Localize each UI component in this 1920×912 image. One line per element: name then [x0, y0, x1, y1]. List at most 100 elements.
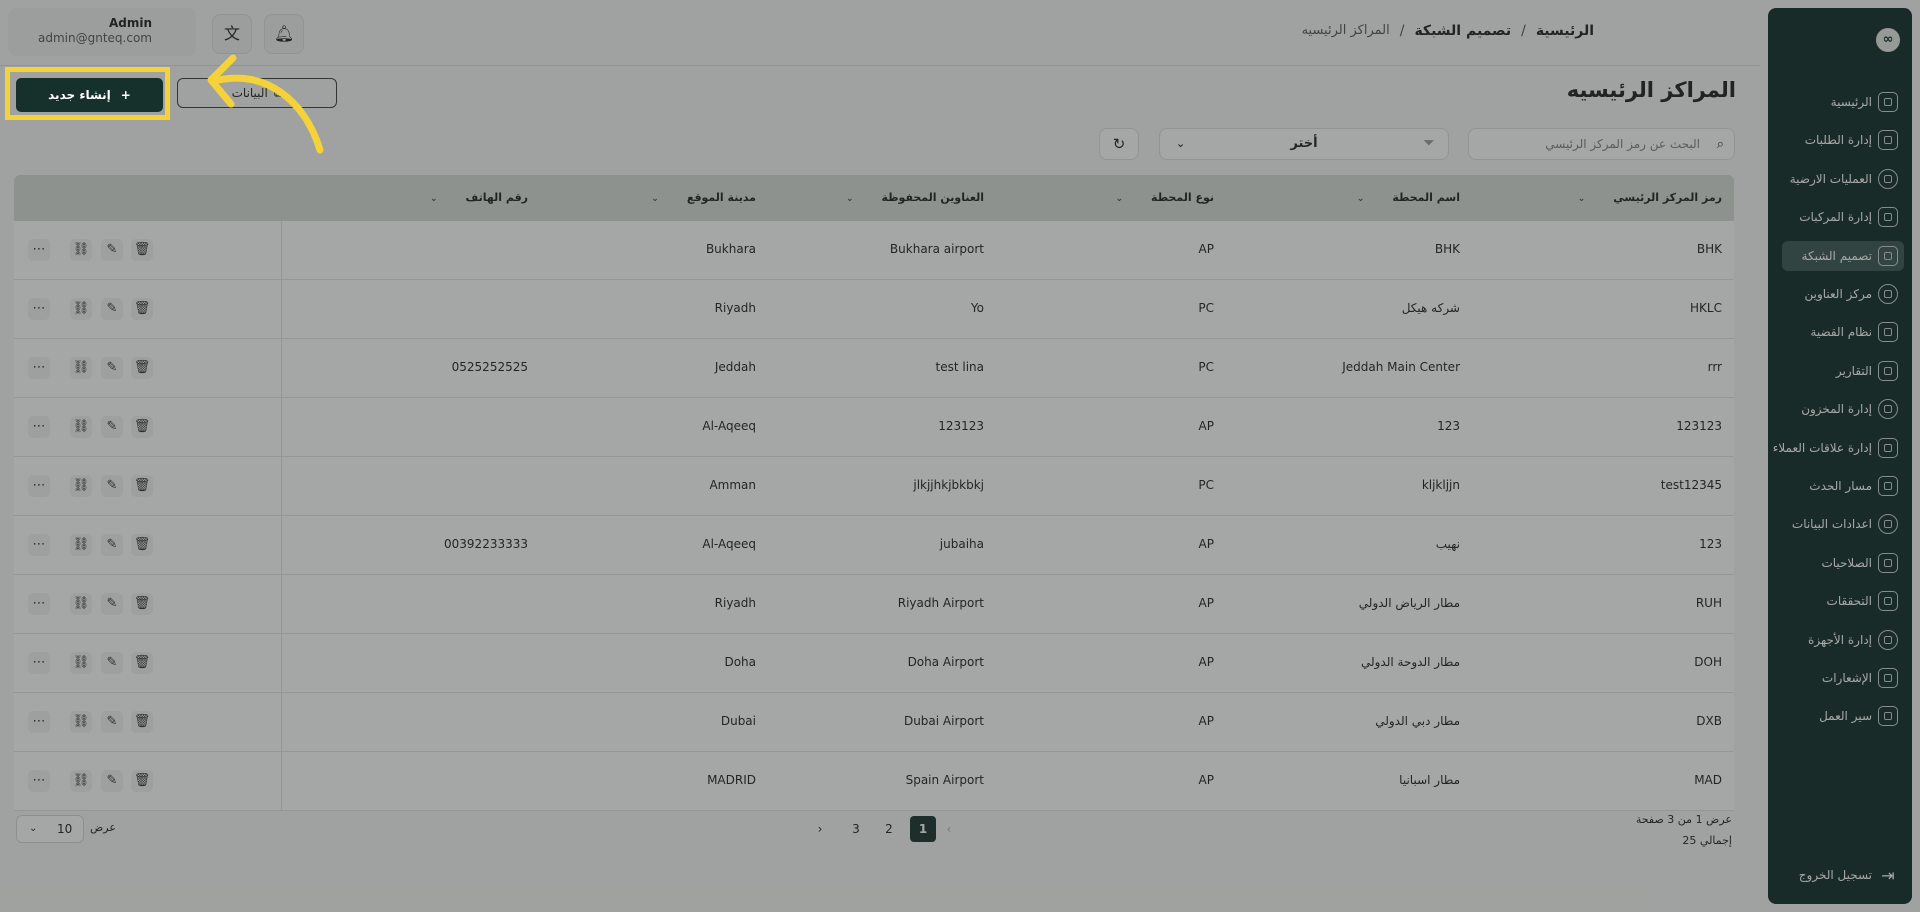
sidebar-item-3[interactable]: إدارة المركبات	[1782, 202, 1904, 232]
table-row[interactable]: DXB مطار دبي الدولي AP Dubai Airport Dubai 🗑︎…	[14, 693, 1734, 752]
delete-icon[interactable]: 🗑︎	[131, 357, 153, 379]
edit-icon[interactable]: ✎	[101, 593, 123, 615]
link-icon[interactable]: ⛓	[70, 711, 92, 733]
pagination-page-2[interactable]: 2	[876, 816, 902, 842]
devices-icon	[1878, 629, 1898, 650]
column-header-code[interactable]: رمز المركز الرئيسي⌄	[1578, 191, 1722, 204]
cell-name: شركه هيكل	[1401, 301, 1460, 315]
delete-icon[interactable]: 🗑︎	[131, 239, 153, 261]
pagination-prev[interactable]: ‹	[936, 816, 962, 842]
sidebar-item-11[interactable]: اعدادات البيانات	[1782, 509, 1904, 539]
column-header-station-type[interactable]: نوع المحطة⌄	[1115, 191, 1214, 204]
sidebar-item-13[interactable]: التحققات	[1782, 586, 1904, 616]
edit-icon[interactable]: ✎	[101, 239, 123, 261]
app-logo[interactable]: ∞	[1876, 28, 1900, 52]
pagination-page-1[interactable]: 1	[910, 816, 936, 842]
table-row[interactable]: rrr Jeddah Main Center PC test lina Jeddah 05…	[14, 339, 1734, 398]
link-icon[interactable]: ⛓	[70, 298, 92, 320]
more-icon[interactable]: ⋯	[28, 770, 50, 792]
link-icon[interactable]: ⛓	[70, 652, 92, 674]
inventory-icon	[1878, 399, 1898, 420]
edit-icon[interactable]: ✎	[101, 711, 123, 733]
delete-icon[interactable]: 🗑︎	[131, 416, 153, 438]
logout-button[interactable]: تسجيل الخروج ⇥	[1782, 860, 1904, 890]
link-icon[interactable]: ⛓	[70, 475, 92, 497]
delete-icon[interactable]: 🗑︎	[131, 770, 153, 792]
table-row[interactable]: RUH مطار الرياض الدولي AP Riyadh Airport Riy…	[14, 575, 1734, 634]
table-row[interactable]: DOH مطار الدوحة الدولي AP Doha Airport Doha 🗑…	[14, 634, 1734, 693]
more-icon[interactable]: ⋯	[28, 416, 50, 438]
sidebar-item-15[interactable]: الإشعارات	[1782, 663, 1904, 693]
delete-icon[interactable]: 🗑︎	[131, 652, 153, 674]
cell-phone: 0525252525	[451, 360, 528, 374]
delete-icon[interactable]: 🗑︎	[131, 593, 153, 615]
link-icon[interactable]: ⛓	[70, 239, 92, 261]
more-icon[interactable]: ⋯	[28, 357, 50, 379]
more-icon[interactable]: ⋯	[28, 475, 50, 497]
delete-icon[interactable]: 🗑︎	[131, 711, 153, 733]
search-input[interactable]: البحث عن رمز المركز الرئيسي ⌕	[1468, 128, 1735, 160]
refresh-button[interactable]: ↻	[1099, 128, 1139, 160]
more-icon[interactable]: ⋯	[28, 711, 50, 733]
create-new-button[interactable]: إنشاء جديد +	[16, 78, 163, 112]
sidebar-item-7[interactable]: التقارير	[1782, 356, 1904, 386]
sidebar-item-16[interactable]: سير العمل	[1782, 701, 1904, 731]
edit-icon[interactable]: ✎	[101, 475, 123, 497]
pagination-next[interactable]: ›	[807, 816, 833, 842]
cell-type: AP	[1198, 242, 1214, 256]
sidebar-item-10[interactable]: مسار الحدث	[1782, 471, 1904, 501]
breadcrumb-network-design[interactable]: تصميم الشبكة	[1414, 23, 1511, 39]
link-icon[interactable]: ⛓	[70, 534, 92, 556]
sidebar-item-1[interactable]: إدارة الطلبات	[1782, 125, 1904, 155]
sidebar-item-12[interactable]: الصلاحيات	[1782, 548, 1904, 578]
tools-icon	[1878, 591, 1898, 612]
table-row[interactable]: 123123 123 AP 123123 Al-Aqeeq 🗑︎ ✎ ⛓ ⋯	[14, 398, 1734, 457]
column-header-station-name[interactable]: اسم المحطة⌄	[1357, 191, 1460, 204]
sidebar-item-label: تصميم الشبكة	[1801, 248, 1872, 263]
translate-button[interactable]: 文	[212, 14, 252, 54]
sidebar-item-0[interactable]: الرئيسية	[1782, 87, 1904, 117]
link-icon[interactable]: ⛓	[70, 593, 92, 615]
per-page-select[interactable]: ⌄ 10	[16, 815, 84, 843]
sidebar-item-6[interactable]: نظام القضية	[1782, 317, 1904, 347]
column-header-saved-addresses[interactable]: العناوين المحفوظة⌄	[846, 191, 984, 204]
link-icon[interactable]: ⛓	[70, 357, 92, 379]
table-row[interactable]: 123 نهيب AP jubaiha Al-Aqeeq 00392233333 🗑︎ ✎ ⛓ ⋯	[14, 516, 1734, 575]
link-icon[interactable]: ⛓	[70, 770, 92, 792]
filter-select[interactable]: ⏷ أختر ⌄	[1159, 128, 1449, 160]
notifications-button[interactable]: 🔔︎	[264, 14, 304, 54]
edit-icon[interactable]: ✎	[101, 357, 123, 379]
delete-icon[interactable]: 🗑︎	[131, 475, 153, 497]
table-row[interactable]: BHK BHK AP Bukhara airport Bukhara 🗑︎ ✎ ⛓ ⋯	[14, 221, 1734, 280]
edit-icon[interactable]: ✎	[101, 652, 123, 674]
sidebar-item-8[interactable]: إدارة المخزون	[1782, 394, 1904, 424]
link-icon[interactable]: ⛓	[70, 416, 92, 438]
edit-icon[interactable]: ✎	[101, 770, 123, 792]
table-row[interactable]: test12345 kljkljjn PC jlkjjhkjbkbkj Amman 🗑︎ ✎…	[14, 457, 1734, 516]
column-header-phone[interactable]: رقم الهاتف⌄	[430, 191, 528, 204]
table-row[interactable]: HKLC شركه هيكل PC Yo Riyadh 🗑︎ ✎ ⛓ ⋯	[14, 280, 1734, 339]
delete-icon[interactable]: 🗑︎	[131, 298, 153, 320]
bell-icon: 🔔︎	[273, 24, 295, 43]
sidebar-item-label: إدارة المركبات	[1799, 210, 1872, 225]
more-icon[interactable]: ⋯	[28, 239, 50, 261]
more-icon[interactable]: ⋯	[28, 534, 50, 556]
delete-icon[interactable]: 🗑︎	[131, 534, 153, 556]
edit-icon[interactable]: ✎	[101, 416, 123, 438]
more-icon[interactable]: ⋯	[28, 652, 50, 674]
sidebar-item-9[interactable]: إدارة علاقات العملاء	[1773, 433, 1904, 463]
edit-icon[interactable]: ✎	[101, 534, 123, 556]
edit-icon[interactable]: ✎	[101, 298, 123, 320]
table-row[interactable]: MAD مطار اسبانيا AP Spain Airport MADRID 🗑︎ ✎ ⛓…	[14, 752, 1734, 811]
user-menu[interactable]: Admin admin@gnteq.com	[8, 8, 196, 56]
sidebar-item-2[interactable]: العمليات الارضية	[1782, 164, 1904, 194]
sidebar-item-4[interactable]: تصميم الشبكة	[1782, 240, 1904, 271]
cell-type: AP	[1198, 537, 1214, 551]
more-icon[interactable]: ⋯	[28, 593, 50, 615]
breadcrumb-home[interactable]: الرئيسية	[1536, 23, 1594, 39]
pagination-page-3[interactable]: 3	[843, 816, 869, 842]
more-icon[interactable]: ⋯	[28, 298, 50, 320]
sidebar-item-14[interactable]: إدارة الأجهزة	[1782, 625, 1904, 655]
sidebar-item-5[interactable]: مركز العناوين	[1782, 279, 1904, 309]
column-header-city[interactable]: مدينة الموقع⌄	[651, 191, 756, 204]
